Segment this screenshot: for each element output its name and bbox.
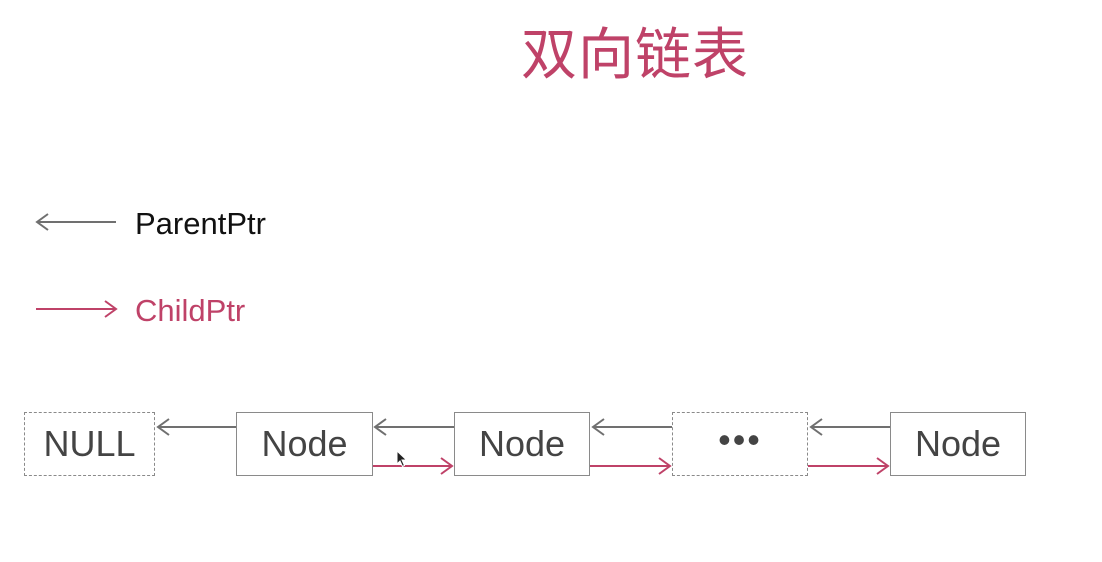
child-ptr-arrow xyxy=(590,457,672,475)
parent-ptr-arrow xyxy=(591,418,672,436)
parent-ptr-arrow xyxy=(809,418,890,436)
list-node: Node xyxy=(454,412,590,476)
mouse-cursor-icon xyxy=(396,450,408,468)
child-ptr-arrow xyxy=(373,457,454,475)
parent-ptr-arrow xyxy=(156,418,236,436)
list-node: Node xyxy=(890,412,1026,476)
child-ptr-arrow xyxy=(808,457,890,475)
parent-ptr-arrow xyxy=(373,418,454,436)
legend-parent-label: ParentPtr xyxy=(135,206,266,241)
null-node: NULL xyxy=(24,412,155,476)
pointer-arrows xyxy=(35,213,890,475)
ellipsis-node: ••• xyxy=(672,412,808,476)
list-node: Node xyxy=(236,412,373,476)
legend-child-label: ChildPtr xyxy=(135,293,246,328)
